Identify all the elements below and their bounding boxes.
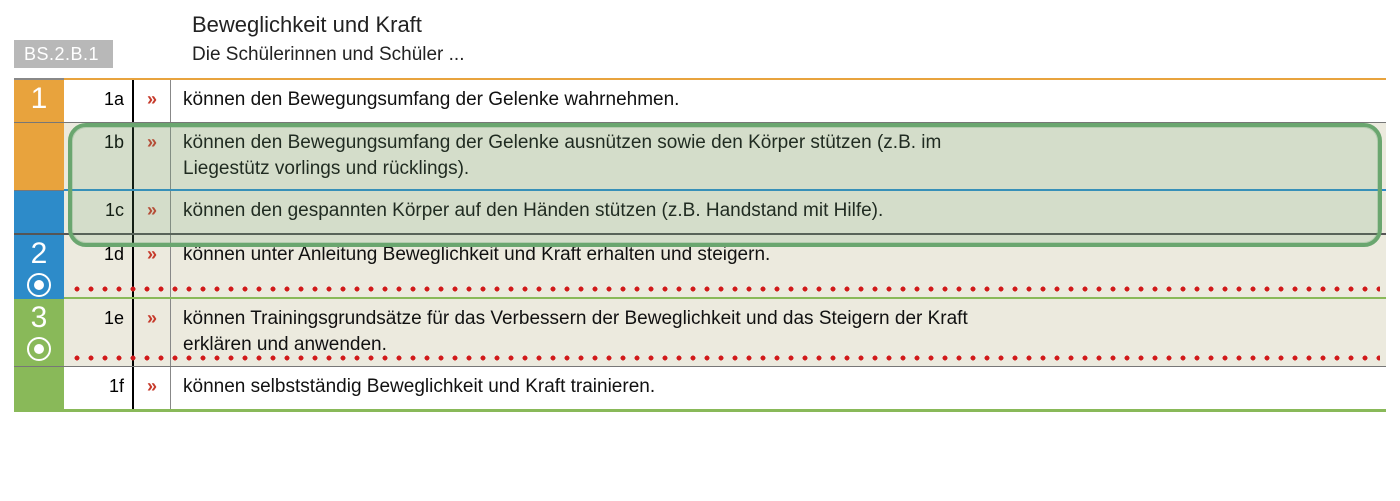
row-text: können Trainingsgrundsätze für das Verbe… <box>171 299 987 366</box>
bullet-icon: » <box>134 235 171 297</box>
table-row: 1c » können den gespannten Körper auf de… <box>14 191 1386 235</box>
cycle-badge-3-cont <box>14 367 64 409</box>
cycle-marker-icon <box>27 273 51 297</box>
row-code: 1f <box>64 367 134 409</box>
title: Beweglichkeit und Kraft <box>192 10 465 40</box>
cycle-number: 1 <box>31 80 48 114</box>
bullet-icon: » <box>134 191 171 233</box>
cycle-badge-3: 3 <box>14 299 64 366</box>
row-text: können den gespannten Körper auf den Hän… <box>171 191 987 233</box>
bullet-icon: » <box>134 80 171 122</box>
table-row: 2 1d » können unter Anleitung Beweglichk… <box>14 235 1386 299</box>
competence-code: BS.2.B.1 <box>14 40 113 68</box>
row-text: können unter Anleitung Beweglichkeit und… <box>171 235 987 297</box>
cycle-badge-1-cont <box>14 123 64 190</box>
table-row: 1b » können den Bewegungsumfang der Gele… <box>14 123 1386 191</box>
cycle-badge-2-start <box>14 191 64 233</box>
row-text: können selbstständig Beweglichkeit und K… <box>171 367 987 409</box>
subtitle: Die Schülerinnen und Schüler ... <box>192 42 465 68</box>
bullet-icon: » <box>134 367 171 409</box>
table-row: 3 1e » können Trainingsgrundsätze für da… <box>14 299 1386 367</box>
cycle-badge-1: 1 <box>14 80 64 122</box>
table-row: 1 1a » können den Bewegungsumfang der Ge… <box>14 80 1386 123</box>
header: BS.2.B.1 Beweglichkeit und Kraft Die Sch… <box>14 10 1386 68</box>
competence-table: 1 1a » können den Bewegungsumfang der Ge… <box>14 78 1386 411</box>
row-code: 1a <box>64 80 134 122</box>
cycle-number: 3 <box>31 299 48 333</box>
row-text: können den Bewegungsumfang der Gelenke w… <box>171 80 987 122</box>
table-row: 1f » können selbstständig Beweglichkeit … <box>14 367 1386 412</box>
row-code: 1b <box>64 123 134 190</box>
cycle-number: 2 <box>31 235 48 269</box>
cycle-marker-icon <box>27 337 51 361</box>
row-code: 1e <box>64 299 134 366</box>
row-code: 1c <box>64 191 134 233</box>
bullet-icon: » <box>134 123 171 190</box>
row-code: 1d <box>64 235 134 297</box>
cycle-badge-2: 2 <box>14 235 64 297</box>
row-text: können den Bewegungsumfang der Gelenke a… <box>171 123 987 190</box>
bullet-icon: » <box>134 299 171 366</box>
